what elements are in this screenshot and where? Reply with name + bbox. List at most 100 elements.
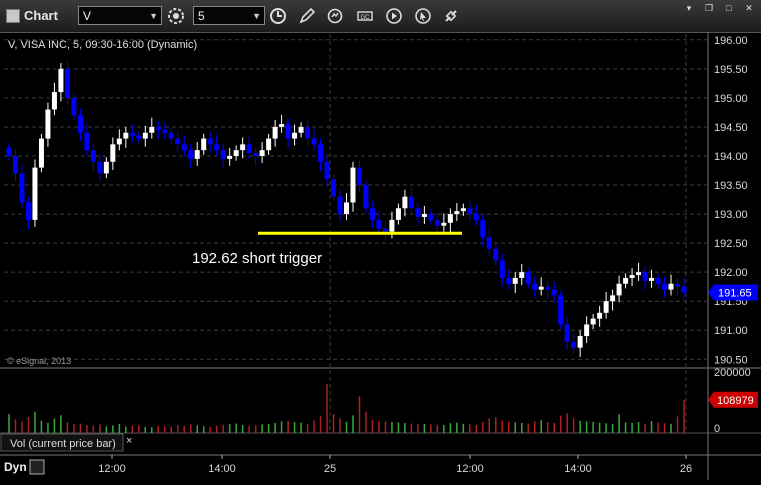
candle-body	[584, 324, 590, 337]
candle-body	[467, 208, 473, 215]
link-icon[interactable]	[441, 6, 461, 26]
y-tick-label: 193.00	[714, 209, 748, 221]
price-chart[interactable]: 196.00 195.50 195.00 194.50 194.00 193.50 193.…	[0, 32, 761, 480]
volume-tick-label: 0	[714, 423, 720, 435]
pencil-icon[interactable]	[297, 6, 317, 26]
candle-body	[194, 150, 200, 159]
maximize-icon[interactable]: □	[721, 2, 737, 14]
candle-body	[636, 272, 642, 276]
symbol-combo[interactable]: V ▼	[78, 6, 162, 25]
candle-body	[6, 147, 12, 156]
settings-icon[interactable]	[166, 6, 186, 26]
candle-body	[382, 228, 388, 232]
y-tick-label: 195.50	[714, 64, 748, 76]
clock-icon[interactable]	[268, 6, 288, 26]
volume-bars	[8, 384, 685, 433]
candle-body	[240, 144, 246, 151]
cursor-icon[interactable]	[413, 6, 433, 26]
candle-body	[181, 144, 187, 151]
candle-body	[428, 214, 434, 220]
candle-body	[610, 295, 616, 302]
candle-body	[454, 211, 460, 215]
y-tick-label: 190.50	[714, 354, 748, 366]
refresh-icon[interactable]	[325, 6, 345, 26]
close-icon[interactable]: ✕	[741, 2, 757, 14]
candle-body	[675, 283, 681, 287]
candles	[6, 60, 687, 357]
candle-body	[655, 277, 661, 284]
candle-body	[12, 155, 18, 174]
candle-body	[532, 283, 538, 290]
candle-body	[649, 277, 655, 281]
chevron-down-icon[interactable]: ▼	[252, 7, 261, 26]
candle-body	[389, 219, 395, 232]
candle-body	[324, 161, 330, 180]
y-tick-label: 192.00	[714, 267, 748, 279]
candle-body	[84, 132, 90, 151]
restore-icon[interactable]: ❐	[701, 2, 717, 14]
volume-tick-label: 200000	[714, 367, 751, 379]
dyn-toggle-icon[interactable]	[29, 459, 45, 475]
candle-body	[142, 132, 148, 139]
dyn-label: Dyn	[4, 460, 27, 474]
menu-icon[interactable]: ▾	[681, 2, 697, 14]
candle-body	[71, 97, 77, 116]
candle-body	[188, 150, 194, 159]
candle-body	[616, 283, 622, 296]
candle-body	[175, 138, 181, 145]
candle-body	[512, 277, 518, 284]
candle-body	[214, 144, 220, 151]
candle-body	[123, 132, 129, 139]
candle-body	[64, 68, 70, 98]
candle-body	[629, 275, 635, 278]
title-bar: Chart V ▼ 5 ▼ GC ▾ ❐ □ ✕	[0, 0, 761, 33]
candle-body	[162, 129, 168, 133]
chart-window-icon	[6, 9, 20, 23]
y-tick-label: 195.00	[714, 93, 748, 105]
candle-body	[19, 173, 25, 203]
candle-body	[642, 272, 648, 281]
candle-body	[51, 92, 57, 110]
interval-combo[interactable]: 5 ▼	[193, 6, 265, 25]
candle-body	[525, 272, 531, 284]
candle-body	[168, 132, 174, 139]
chart-area[interactable]: 196.00 195.50 195.00 194.50 194.00 193.50 193.…	[0, 32, 761, 480]
candle-body	[233, 150, 239, 156]
candle-body	[493, 248, 499, 261]
candle-body	[577, 336, 583, 348]
candle-body	[90, 150, 96, 162]
play-icon[interactable]	[384, 6, 404, 26]
interval-value: 5	[198, 9, 205, 23]
candle-body	[110, 144, 116, 162]
candle-body	[441, 222, 447, 226]
watermark: © eSignal, 2013	[7, 356, 71, 366]
candle-body	[227, 155, 233, 159]
candle-body	[369, 208, 375, 220]
candle-body	[506, 277, 512, 284]
candle-body	[285, 124, 291, 139]
y-tick-label: 194.50	[714, 122, 748, 134]
candle-body	[149, 126, 155, 133]
candle-body	[460, 208, 466, 212]
candle-body	[473, 214, 479, 220]
x-tick-label: 14:00	[208, 463, 236, 475]
short-trigger-label: 192.62 short trigger	[192, 250, 322, 267]
chart-header: V, VISA INC, 5, 09:30-16:00 (Dynamic)	[8, 39, 197, 51]
candle-body	[499, 260, 505, 278]
candle-body	[402, 196, 408, 209]
candle-body	[681, 286, 687, 293]
last-price-label: 191.65	[718, 287, 752, 299]
candle-body	[597, 312, 603, 319]
candle-body	[344, 202, 349, 215]
close-icon[interactable]: ×	[126, 435, 132, 447]
candle-body	[155, 126, 161, 130]
chevron-down-icon[interactable]: ▼	[149, 7, 158, 26]
candle-body	[129, 132, 135, 136]
candle-body	[279, 124, 285, 127]
candle-body	[590, 318, 596, 325]
y-tick-label: 196.00	[714, 35, 748, 47]
gc-icon[interactable]: GC	[355, 6, 375, 26]
y-tick-label: 194.00	[714, 151, 748, 163]
candle-body	[207, 138, 213, 145]
x-tick-label: 26	[680, 463, 692, 475]
